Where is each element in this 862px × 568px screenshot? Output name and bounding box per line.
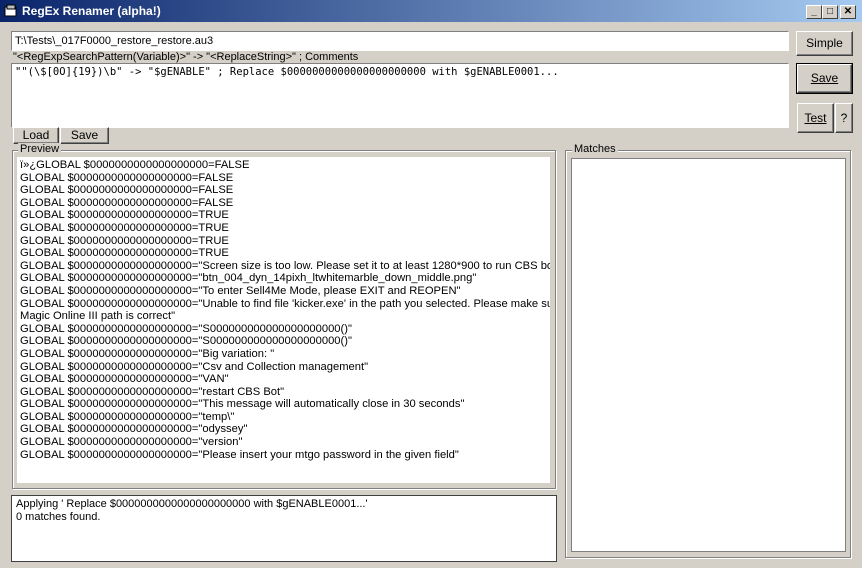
preview-line: GLOBAL $0000000000000000000=TRUE xyxy=(20,221,229,234)
preview-line: GLOBAL $0000000000000000000="This messag… xyxy=(20,398,465,411)
window-title: RegEx Renamer (alpha!) xyxy=(22,4,161,18)
preview-line: GLOBAL $0000000000000000000=TRUE xyxy=(20,209,229,222)
preview-line: GLOBAL $0000000000000000000=TRUE xyxy=(20,234,229,247)
app-icon xyxy=(4,4,17,17)
preview-line: GLOBAL $0000000000000000000=FALSE xyxy=(20,171,234,184)
save-small-button[interactable]: Save xyxy=(60,127,109,144)
pattern-text: ""(\$[0O]{19})\b" -> "$gENABLE" ; Replac… xyxy=(15,66,559,78)
preview-line: GLOBAL $0000000000000000000="odyssey" xyxy=(20,423,248,436)
save-pattern-label: Save xyxy=(810,71,839,85)
maximize-button[interactable]: □ xyxy=(822,5,838,19)
help-button[interactable]: ? xyxy=(835,103,853,133)
test-label: Test xyxy=(804,111,827,125)
preview-line: GLOBAL $0000000000000000000="restart CBS… xyxy=(20,385,285,398)
preview-line: GLOBAL $0000000000000000000="To enter Se… xyxy=(20,284,461,297)
preview-line: GLOBAL $0000000000000000000="VAN" xyxy=(20,373,229,386)
preview-line: GLOBAL $0000000000000000000="Please inse… xyxy=(20,448,459,461)
preview-line: GLOBAL $0000000000000000000=FALSE xyxy=(20,184,234,197)
preview-line: GLOBAL $0000000000000000000="S0000000000… xyxy=(20,335,352,348)
preview-lines: ï»¿GLOBAL $0000000000000000000=FALSE GLOB… xyxy=(20,159,550,461)
log-line: 0 matches found. xyxy=(16,511,101,523)
matches-label: Matches xyxy=(572,143,618,155)
save-pattern-button[interactable]: Save xyxy=(796,63,853,94)
log-lines: Applying ' Replace $00000000000000000000… xyxy=(16,498,552,524)
matches-list[interactable] xyxy=(571,158,846,552)
file-path-input[interactable] xyxy=(11,31,789,51)
preview-text-area[interactable]: ï»¿GLOBAL $0000000000000000000=FALSE GLOB… xyxy=(17,157,550,483)
test-button[interactable]: Test xyxy=(797,103,834,133)
preview-line: GLOBAL $0000000000000000000="version" xyxy=(20,436,243,449)
preview-line: GLOBAL $0000000000000000000=FALSE xyxy=(20,196,234,209)
pattern-editor[interactable]: ""(\$[0O]{19})\b" -> "$gENABLE" ; Replac… xyxy=(11,63,789,128)
simple-button[interactable]: Simple xyxy=(796,31,853,56)
preview-line: GLOBAL $0000000000000000000="Big variati… xyxy=(20,347,275,360)
preview-label: Preview xyxy=(18,143,62,155)
preview-line: GLOBAL $0000000000000000000="Unable to f… xyxy=(20,297,550,310)
load-button[interactable]: Load xyxy=(13,127,59,144)
log-output[interactable]: Applying ' Replace $00000000000000000000… xyxy=(11,495,557,562)
preview-line: Magic Online III path is correct" xyxy=(20,310,176,323)
preview-line: GLOBAL $0000000000000000000="S0000000000… xyxy=(20,322,352,335)
preview-line: GLOBAL $0000000000000000000="Screen size… xyxy=(20,259,550,272)
title-bar[interactable]: RegEx Renamer (alpha!) _ □ ✕ xyxy=(0,0,862,22)
minimize-button[interactable]: _ xyxy=(806,5,822,19)
preview-line: GLOBAL $0000000000000000000=TRUE xyxy=(20,247,229,260)
preview-line: GLOBAL $0000000000000000000="Csv and Col… xyxy=(20,360,369,373)
preview-line: GLOBAL $0000000000000000000="btn_004_dyn… xyxy=(20,272,477,285)
close-button[interactable]: ✕ xyxy=(840,5,856,19)
log-line: Applying ' Replace $00000000000000000000… xyxy=(16,498,368,510)
preview-line: ï»¿GLOBAL $0000000000000000000=FALSE xyxy=(20,159,250,171)
preview-line: GLOBAL $0000000000000000000="temp\" xyxy=(20,410,235,423)
